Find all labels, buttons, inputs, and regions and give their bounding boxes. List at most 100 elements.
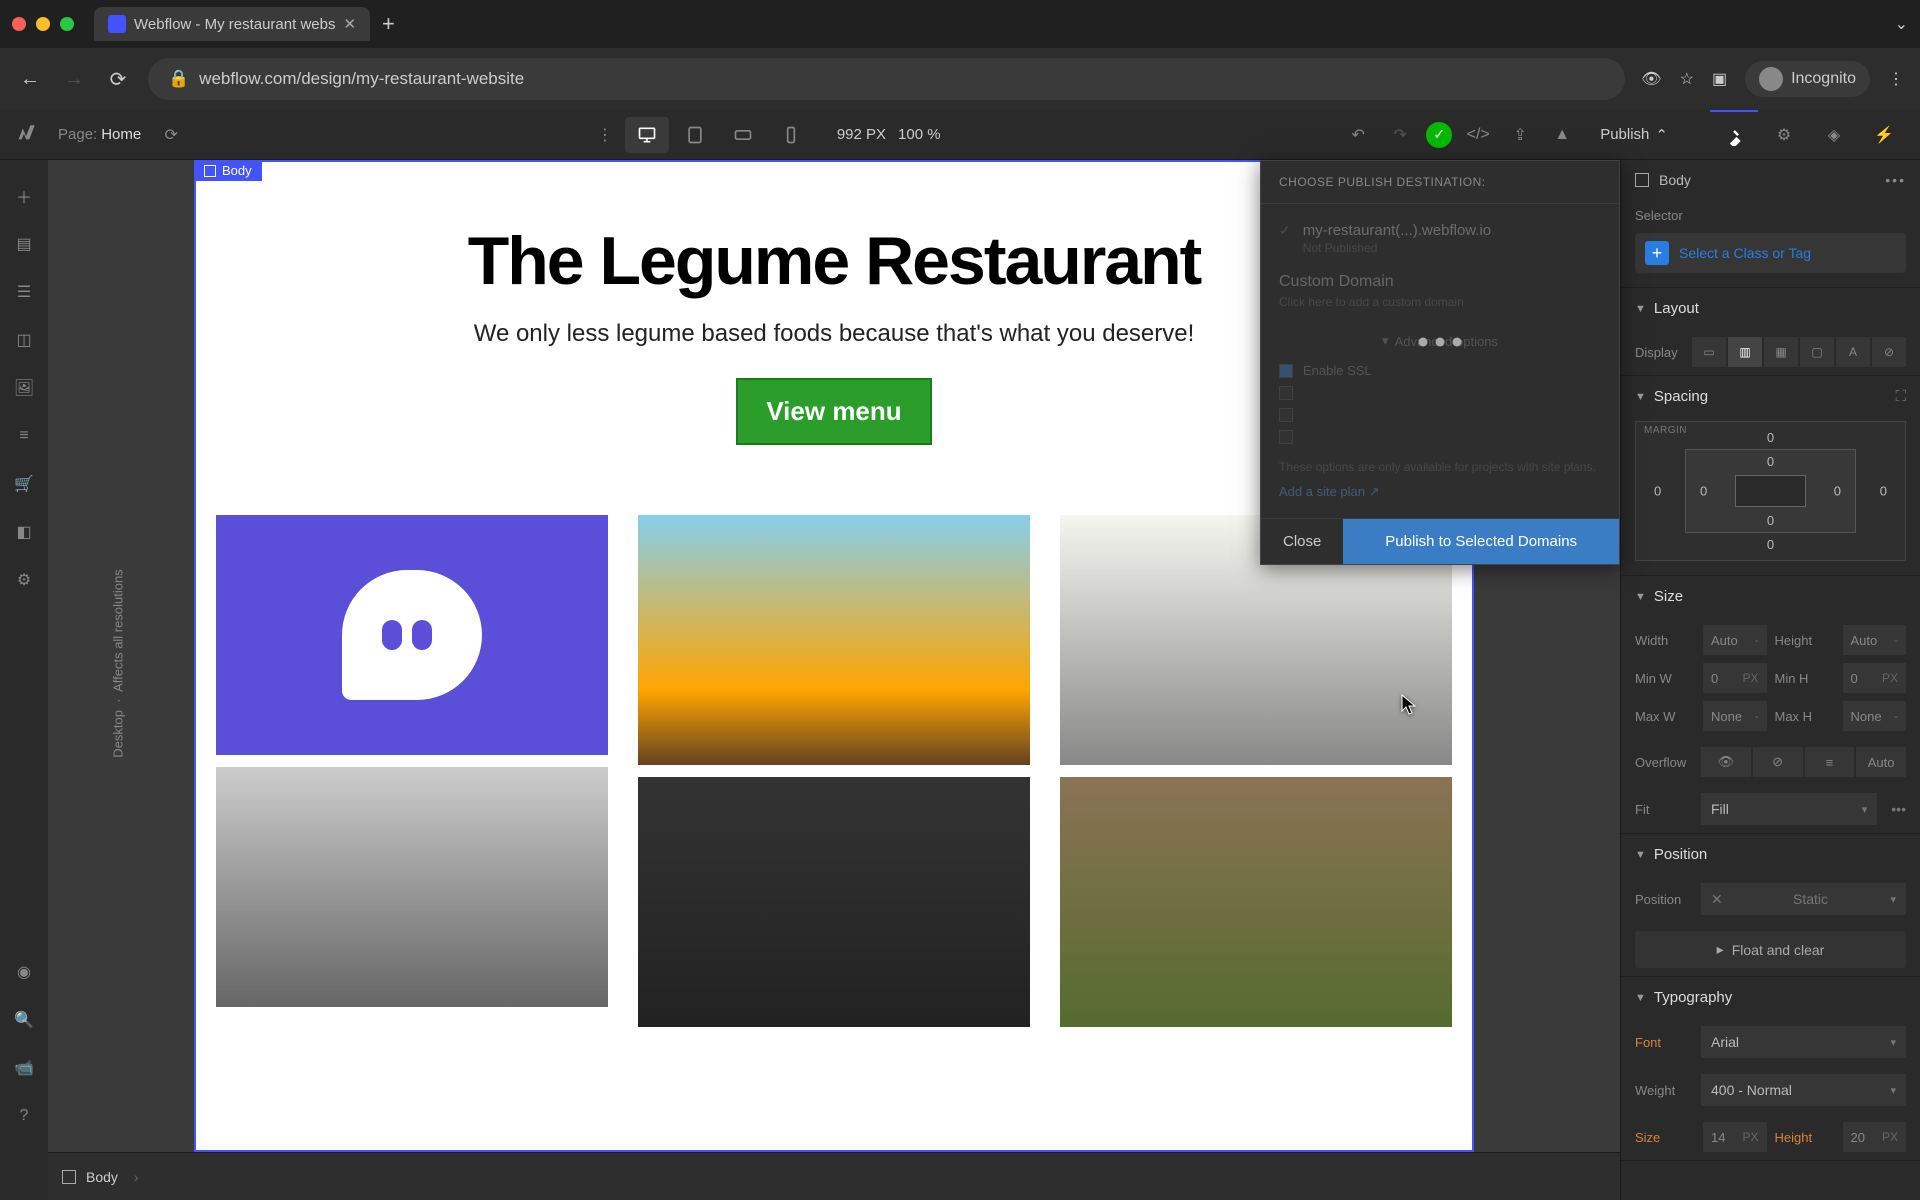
spacing-editor[interactable]: MARGIN 0 0 0 0 PADDING 0 0 0 0 — [1635, 421, 1906, 561]
gallery-image[interactable] — [216, 767, 608, 1007]
selected-element-row[interactable]: Body ••• — [1621, 160, 1920, 200]
checkbox-icon[interactable] — [1279, 430, 1293, 444]
checkbox-icon[interactable] — [1279, 408, 1293, 422]
star-icon[interactable]: ☆ — [1680, 69, 1694, 89]
class-selector-input[interactable]: + Select a Class or Tag — [1635, 233, 1906, 273]
zoom-level[interactable]: 100 % — [898, 126, 941, 143]
reload-button[interactable]: ⟳ — [104, 67, 132, 92]
navigator-icon[interactable]: ▤ — [0, 220, 48, 268]
back-button[interactable]: ← — [16, 68, 44, 91]
add-element-icon[interactable]: ＋ — [0, 172, 48, 220]
breakpoint-menu-icon[interactable]: ⋮ — [589, 119, 621, 151]
forward-button[interactable]: → — [60, 68, 88, 91]
layout-section-header[interactable]: ▼ Layout — [1621, 288, 1920, 329]
min-width-input[interactable]: 0PX — [1703, 663, 1767, 693]
weight-select[interactable]: 400 - Normal▾ — [1701, 1074, 1906, 1106]
interactions-tab[interactable]: ⚡ — [1860, 110, 1908, 160]
more-icon[interactable]: ••• — [1885, 172, 1906, 188]
cms-icon[interactable]: ≡ — [0, 412, 48, 460]
redo-button[interactable]: ↷ — [1384, 119, 1416, 151]
spacing-expand-icon[interactable]: ⛶ — [1895, 388, 1906, 405]
spacing-section-header[interactable]: ▼ Spacing ⛶ — [1621, 376, 1920, 417]
width-input[interactable]: Auto- — [1703, 625, 1767, 655]
add-site-plan-link[interactable]: Add a site plan ↗ — [1279, 484, 1380, 500]
tabs-menu-icon[interactable]: ⌄ — [1895, 14, 1908, 34]
font-select[interactable]: Arial▾ — [1701, 1026, 1906, 1058]
option-row[interactable] — [1279, 386, 1601, 400]
tablet-device-button[interactable] — [673, 117, 717, 153]
video-icon[interactable]: 📹 — [0, 1044, 48, 1092]
publish-to-domains-button[interactable]: Publish to Selected Domains — [1343, 519, 1619, 564]
breadcrumb-body[interactable]: Body — [86, 1169, 118, 1185]
browser-menu-icon[interactable]: ⋮ — [1888, 69, 1904, 89]
ecommerce-icon[interactable]: 🛒 — [0, 460, 48, 508]
address-bar[interactable]: 🔒 webflow.com/design/my-restaurant-websi… — [148, 58, 1625, 100]
site-settings-icon[interactable]: ⚙ — [0, 556, 48, 604]
help-icon[interactable]: ? — [0, 1092, 48, 1140]
new-tab-button[interactable]: + — [382, 11, 395, 37]
settings-tab[interactable]: ⚙ — [1760, 110, 1808, 160]
float-clear-toggle[interactable]: ▸ Float and clear — [1635, 931, 1906, 968]
option-row[interactable] — [1279, 430, 1601, 444]
webflow-logo-icon[interactable] — [12, 122, 38, 148]
publish-domain-row[interactable]: ✓ my-restaurant(...).webflow.io Not Publ… — [1279, 222, 1601, 255]
browser-tab[interactable]: Webflow - My restaurant webs ✕ — [94, 7, 370, 41]
custom-domain-title[interactable]: Custom Domain — [1279, 273, 1601, 291]
gallery-section[interactable] — [196, 485, 1472, 1057]
checkbox-icon[interactable] — [1279, 364, 1293, 378]
search-icon[interactable]: 🔍 — [0, 996, 48, 1044]
refresh-preview-icon[interactable]: ⟳ — [155, 119, 187, 151]
height-input[interactable]: Auto- — [1843, 625, 1907, 655]
gallery-image[interactable] — [638, 777, 1030, 1027]
gallery-image[interactable] — [638, 515, 1030, 765]
desktop-device-button[interactable] — [625, 117, 669, 153]
gallery-image[interactable] — [1060, 777, 1452, 1027]
breakpoint-width[interactable]: 992 PX — [837, 126, 886, 143]
min-height-input[interactable]: 0PX — [1843, 663, 1907, 693]
fit-select[interactable]: Fill▾ — [1701, 793, 1877, 825]
assets-icon[interactable]: 🖼 — [0, 364, 48, 412]
max-height-input[interactable]: None- — [1843, 701, 1907, 731]
display-flex-button[interactable]: ▥ — [1728, 337, 1762, 367]
extensions-icon[interactable]: ▣ — [1712, 69, 1727, 89]
close-button[interactable]: Close — [1261, 519, 1343, 564]
audit-ok-icon[interactable]: ✓ — [1426, 122, 1452, 148]
maximize-window-icon[interactable] — [60, 17, 74, 31]
users-icon[interactable]: ◧ — [0, 508, 48, 556]
add-class-icon[interactable]: + — [1645, 241, 1669, 265]
option-row[interactable] — [1279, 408, 1601, 422]
display-inline-block-button[interactable]: ▢ — [1800, 337, 1834, 367]
overflow-hidden-button[interactable]: ⊘ — [1753, 747, 1803, 777]
code-export-icon[interactable]: </> — [1462, 119, 1494, 151]
overflow-auto-button[interactable]: Auto — [1856, 747, 1906, 777]
hero-title[interactable]: The Legume Restaurant — [236, 222, 1432, 300]
preview-icon[interactable]: ▲ — [1546, 119, 1578, 151]
overflow-scroll-button[interactable]: ≡ — [1805, 747, 1855, 777]
components-icon[interactable]: ◫ — [0, 316, 48, 364]
display-block-button[interactable]: ▭ — [1692, 337, 1726, 367]
mobile-landscape-button[interactable] — [721, 117, 765, 153]
page-name[interactable]: Home — [101, 126, 141, 143]
incognito-badge[interactable]: Incognito — [1745, 61, 1870, 97]
checkbox-icon[interactable] — [1279, 386, 1293, 400]
more-icon[interactable]: ••• — [1891, 801, 1906, 817]
size-section-header[interactable]: ▼ Size — [1621, 576, 1920, 617]
enable-ssl-row[interactable]: Enable SSL — [1279, 363, 1601, 378]
share-icon[interactable]: ⇪ — [1504, 119, 1536, 151]
display-inline-button[interactable]: A — [1836, 337, 1870, 367]
hero-subtitle[interactable]: We only less legume based foods because … — [236, 320, 1432, 348]
pages-icon[interactable]: ☰ — [0, 268, 48, 316]
font-size-input[interactable]: 14PX — [1703, 1122, 1767, 1152]
body-selection-badge[interactable]: Body — [194, 160, 262, 181]
typography-section-header[interactable]: ▼ Typography — [1621, 977, 1920, 1018]
display-none-button[interactable]: ⊘ — [1872, 337, 1906, 367]
eye-off-icon[interactable]: 👁 — [1641, 69, 1661, 89]
tab-close-icon[interactable]: ✕ — [343, 15, 356, 33]
mobile-portrait-button[interactable] — [769, 117, 813, 153]
style-manager-tab[interactable]: ◈ — [1810, 110, 1858, 160]
line-height-input[interactable]: 20PX — [1843, 1122, 1907, 1152]
view-menu-button[interactable]: View menu — [736, 378, 931, 445]
gallery-image[interactable] — [216, 515, 608, 755]
position-section-header[interactable]: ▼ Position — [1621, 834, 1920, 875]
max-width-input[interactable]: None- — [1703, 701, 1767, 731]
